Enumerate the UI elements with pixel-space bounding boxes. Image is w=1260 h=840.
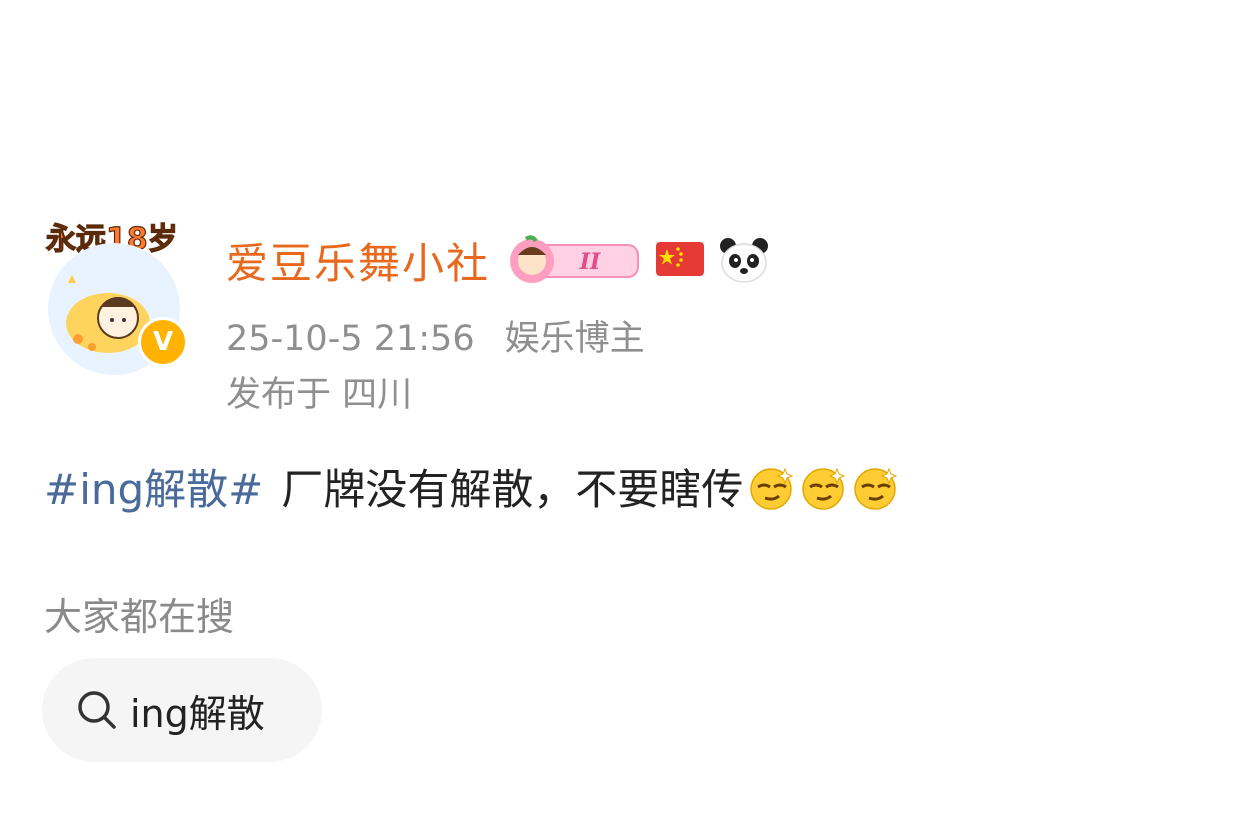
smirk-emoji-icon: [854, 467, 898, 510]
author-tag: 娱乐博主: [504, 319, 645, 359]
post-meta: 25-10-5 21:56 娱乐博主: [226, 310, 645, 361]
search-section-title: 大家都在搜: [44, 595, 235, 639]
fan-level-badge-icon[interactable]: II: [506, 235, 642, 285]
smirk-emoji-icon: [750, 467, 794, 510]
search-chip-label: ing解散: [130, 691, 265, 736]
panda-icon: [720, 238, 769, 283]
verified-badge-icon: V: [138, 317, 188, 367]
badge-level-text: II: [579, 249, 601, 275]
post-timestamp: 25-10-5 21:56: [226, 319, 475, 359]
hashtag-link[interactable]: #ing解散#: [44, 456, 263, 517]
post-text: 厂牌没有解散，不要瞎传: [281, 465, 744, 514]
author-name-row: 爱豆乐舞小社 II: [226, 228, 770, 292]
author-avatar[interactable]: 永远18岁 V: [42, 205, 192, 375]
author-name[interactable]: 爱豆乐舞小社: [226, 230, 490, 291]
search-icon: [78, 691, 116, 729]
china-flag-icon: [656, 242, 705, 276]
smirk-emoji-icon: [802, 467, 846, 510]
post-body: #ing解散# 厂牌没有解散，不要瞎传: [44, 456, 899, 517]
search-suggestion-chip[interactable]: ing解散: [42, 658, 322, 762]
post-location: 发布于 四川: [226, 375, 413, 415]
